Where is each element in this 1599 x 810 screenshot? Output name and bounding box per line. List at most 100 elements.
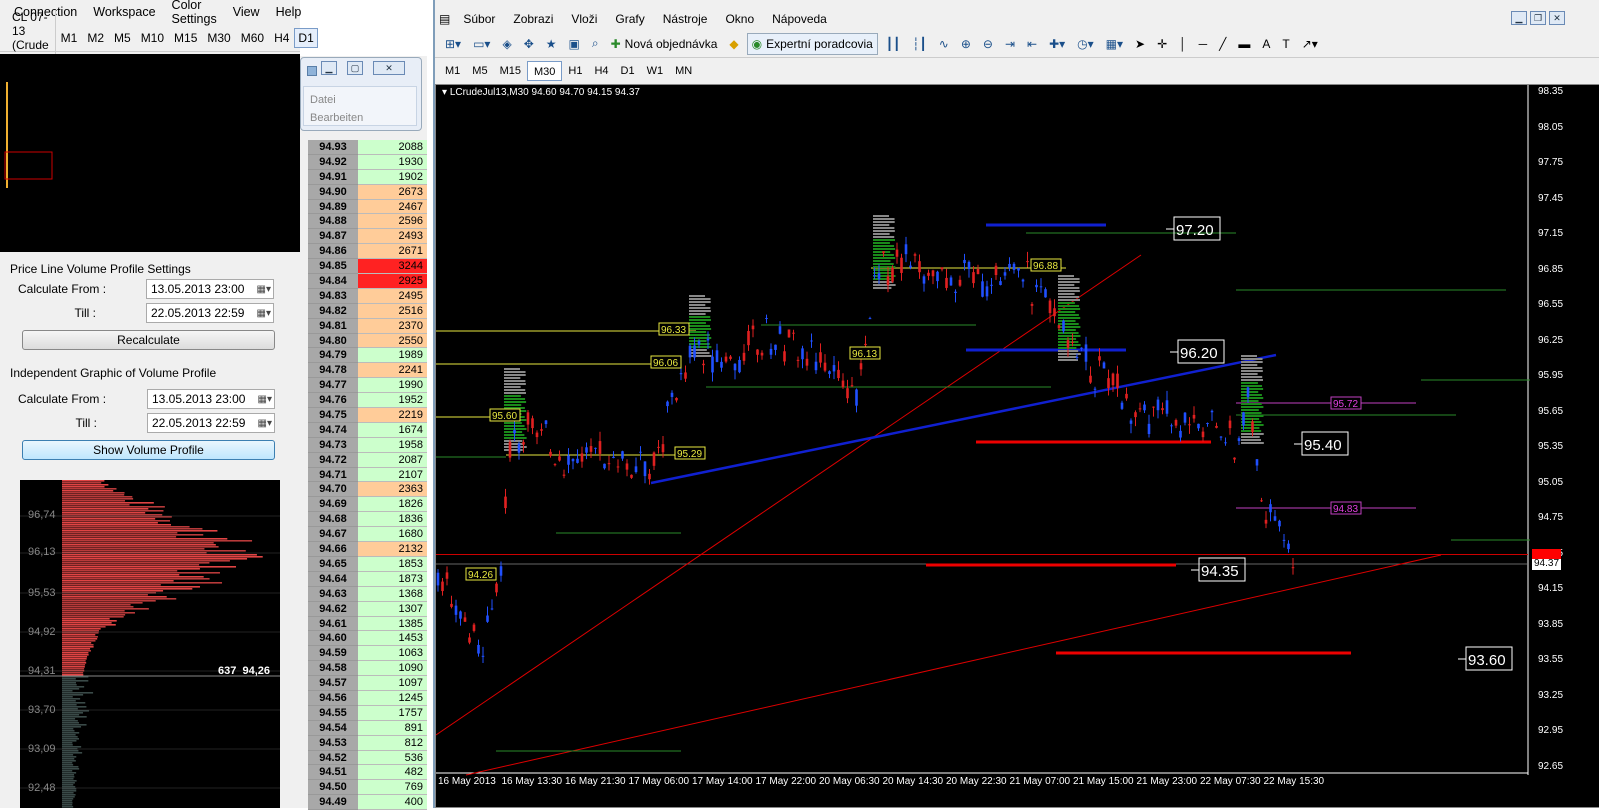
mt4-tf-mn[interactable]: MN xyxy=(669,61,698,81)
mt4-tf-m5[interactable]: M5 xyxy=(466,61,493,81)
recalculate-button[interactable]: Recalculate xyxy=(22,330,275,350)
table-row[interactable]: 94.69 1826 xyxy=(308,497,427,513)
calendar-icon[interactable]: ▦▾ xyxy=(258,418,274,429)
mt4-tf-h4[interactable]: H4 xyxy=(588,61,614,81)
indicators-icon[interactable]: ✚▾ xyxy=(1045,33,1069,55)
table-row[interactable]: 94.63 1368 xyxy=(308,586,427,602)
calc-from-field[interactable]: 13.05.2013 23:00 ▦▾ xyxy=(146,279,274,299)
table-row[interactable]: 94.82 2516 xyxy=(308,303,427,319)
minimize-icon[interactable]: ▁ xyxy=(1511,11,1527,25)
tf-m60[interactable]: M60 xyxy=(236,31,269,45)
auto-scroll-icon[interactable]: ⇥ xyxy=(1001,33,1019,55)
text-label-icon[interactable]: T xyxy=(1278,33,1293,55)
cursor-icon[interactable]: ➤ xyxy=(1131,33,1149,55)
bar-chart-icon[interactable]: ┃┃ xyxy=(882,33,904,55)
menu-okno[interactable]: Okno xyxy=(716,12,763,26)
menu-bearbeiten[interactable]: Bearbeiten xyxy=(310,109,410,127)
table-row[interactable]: 94.81 2370 xyxy=(308,318,427,334)
tf-m1[interactable]: M1 xyxy=(56,31,83,45)
menu-vlozi[interactable]: Vloži xyxy=(562,12,606,26)
table-row[interactable]: 94.84 2925 xyxy=(308,274,427,289)
table-row[interactable]: 94.54 891 xyxy=(308,720,427,736)
table-row[interactable]: 94.58 1090 xyxy=(308,661,427,677)
tf-d1[interactable]: D1 xyxy=(294,27,318,48)
profiles-icon[interactable]: ▭▾ xyxy=(469,33,494,55)
expert-advisors-button[interactable]: ◉ Expertní poradcovia xyxy=(746,32,878,55)
till-field-2[interactable]: 22.05.2013 22:59 ▦▾ xyxy=(147,413,275,433)
restore-icon[interactable]: ❐ xyxy=(1530,11,1546,25)
table-row[interactable]: 94.89 2467 xyxy=(308,199,427,215)
show-volume-profile-button[interactable]: Show Volume Profile xyxy=(22,440,275,460)
tf-h4[interactable]: H4 xyxy=(269,31,294,45)
table-row[interactable]: 94.90 2673 xyxy=(308,184,427,200)
table-row[interactable]: 94.76 1952 xyxy=(308,393,427,409)
arrows-icon[interactable]: ↗▾ xyxy=(1298,33,1322,55)
menu-workspace[interactable]: Workspace xyxy=(85,5,163,19)
table-row[interactable]: 94.78 2241 xyxy=(308,363,427,379)
minimize-icon[interactable]: ▁ xyxy=(321,61,337,75)
tester-icon[interactable]: ⌕ xyxy=(588,33,603,55)
favorites-icon[interactable]: ★ xyxy=(542,33,561,55)
tf-m5[interactable]: M5 xyxy=(109,31,136,45)
candle-chart-icon[interactable]: ┆┃ xyxy=(908,33,930,55)
table-row[interactable]: 94.75 2219 xyxy=(308,408,427,423)
table-row[interactable]: 94.61 1385 xyxy=(308,616,427,632)
table-row[interactable]: 94.79 1989 xyxy=(308,348,427,364)
tf-m10[interactable]: M10 xyxy=(136,31,169,45)
table-row[interactable]: 94.60 1453 xyxy=(308,631,427,647)
terminal-icon[interactable]: ▣ xyxy=(565,33,584,55)
warning-icon[interactable]: ◆ xyxy=(725,33,742,55)
table-row[interactable]: 94.59 1063 xyxy=(308,646,427,662)
menu-color-settings[interactable]: Color Settings xyxy=(164,0,225,26)
market-watch-icon[interactable]: ◈ xyxy=(498,33,515,55)
menu-subor[interactable]: Súbor xyxy=(454,12,504,26)
table-row[interactable]: 94.64 1873 xyxy=(308,571,427,587)
maximize-icon[interactable]: ▢ xyxy=(347,61,363,75)
navigator-icon[interactable]: ✥ xyxy=(520,33,538,55)
table-row[interactable]: 94.72 2087 xyxy=(308,452,427,468)
menu-grafy[interactable]: Grafy xyxy=(606,12,653,26)
tf-m15[interactable]: M15 xyxy=(169,31,202,45)
table-row[interactable]: 94.66 2132 xyxy=(308,542,427,557)
mt4-tf-m1[interactable]: M1 xyxy=(439,61,466,81)
table-row[interactable]: 94.73 1958 xyxy=(308,437,427,453)
mt4-tf-m15[interactable]: M15 xyxy=(494,61,527,81)
mini-chart[interactable] xyxy=(0,54,300,252)
table-row[interactable]: 94.65 1853 xyxy=(308,556,427,572)
chart-shift-icon[interactable]: ⇤ xyxy=(1023,33,1041,55)
mt4-tf-w1[interactable]: W1 xyxy=(641,61,670,81)
line-chart-icon[interactable]: ∿ xyxy=(935,33,953,55)
calc-from-field-2[interactable]: 13.05.2013 23:00 ▦▾ xyxy=(147,389,275,409)
till-field[interactable]: 22.05.2013 22:59 ▦▾ xyxy=(146,303,274,323)
table-row[interactable]: 94.57 1097 xyxy=(308,676,427,691)
templates-icon[interactable]: ▦▾ xyxy=(1102,33,1127,55)
vertical-line-icon[interactable]: │ xyxy=(1175,33,1191,55)
mt4-tf-m30[interactable]: M30 xyxy=(526,61,563,81)
trendline-icon[interactable]: ╱ xyxy=(1215,33,1230,55)
text-icon[interactable]: A xyxy=(1258,33,1274,55)
table-row[interactable]: 94.85 3244 xyxy=(308,259,427,275)
table-row[interactable]: 94.55 1757 xyxy=(308,705,427,721)
table-row[interactable]: 94.62 1307 xyxy=(308,601,427,617)
tf-m30[interactable]: M30 xyxy=(202,31,235,45)
close-icon[interactable]: ✕ xyxy=(373,61,405,75)
periods-icon[interactable]: ◷▾ xyxy=(1073,33,1098,55)
table-row[interactable]: 94.92 1930 xyxy=(308,154,427,170)
table-row[interactable]: 94.50 769 xyxy=(308,780,427,796)
table-row[interactable]: 94.53 812 xyxy=(308,735,427,751)
menu-view[interactable]: View xyxy=(225,5,268,19)
table-row[interactable]: 94.51 482 xyxy=(308,765,427,781)
table-row[interactable]: 94.77 1990 xyxy=(308,378,427,394)
tf-m2[interactable]: M2 xyxy=(82,31,109,45)
table-row[interactable]: 94.68 1836 xyxy=(308,512,427,528)
zoom-in-icon[interactable]: ⊕ xyxy=(957,33,975,55)
table-row[interactable]: 94.70 2363 xyxy=(308,482,427,498)
calendar-icon[interactable]: ▦▾ xyxy=(257,284,273,295)
price-chart[interactable]: 97.20 96.20 95.40 94.35 93.60 96.33 96.06 95.60… xyxy=(435,84,1599,808)
mt4-tf-d1[interactable]: D1 xyxy=(615,61,641,81)
channel-icon[interactable]: ▬ xyxy=(1234,33,1254,55)
table-row[interactable]: 94.88 2596 xyxy=(308,214,427,230)
horizontal-line-icon[interactable]: ─ xyxy=(1195,33,1212,55)
table-row[interactable]: 94.52 536 xyxy=(308,750,427,766)
new-chart-icon[interactable]: ⊞▾ xyxy=(441,33,465,55)
